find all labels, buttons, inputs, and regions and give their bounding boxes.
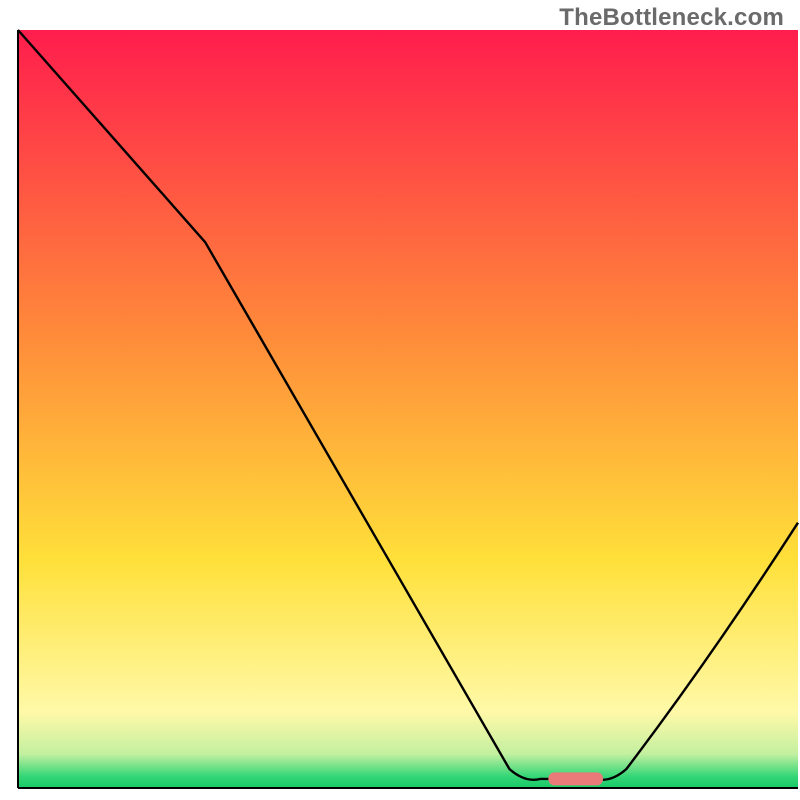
chart-frame: TheBottleneck.com xyxy=(0,0,800,800)
plot-area xyxy=(18,30,798,788)
optimal-zone-marker xyxy=(548,772,603,785)
gradient-background xyxy=(18,30,798,788)
watermark-text: TheBottleneck.com xyxy=(559,4,784,32)
bottleneck-chart xyxy=(0,0,800,800)
